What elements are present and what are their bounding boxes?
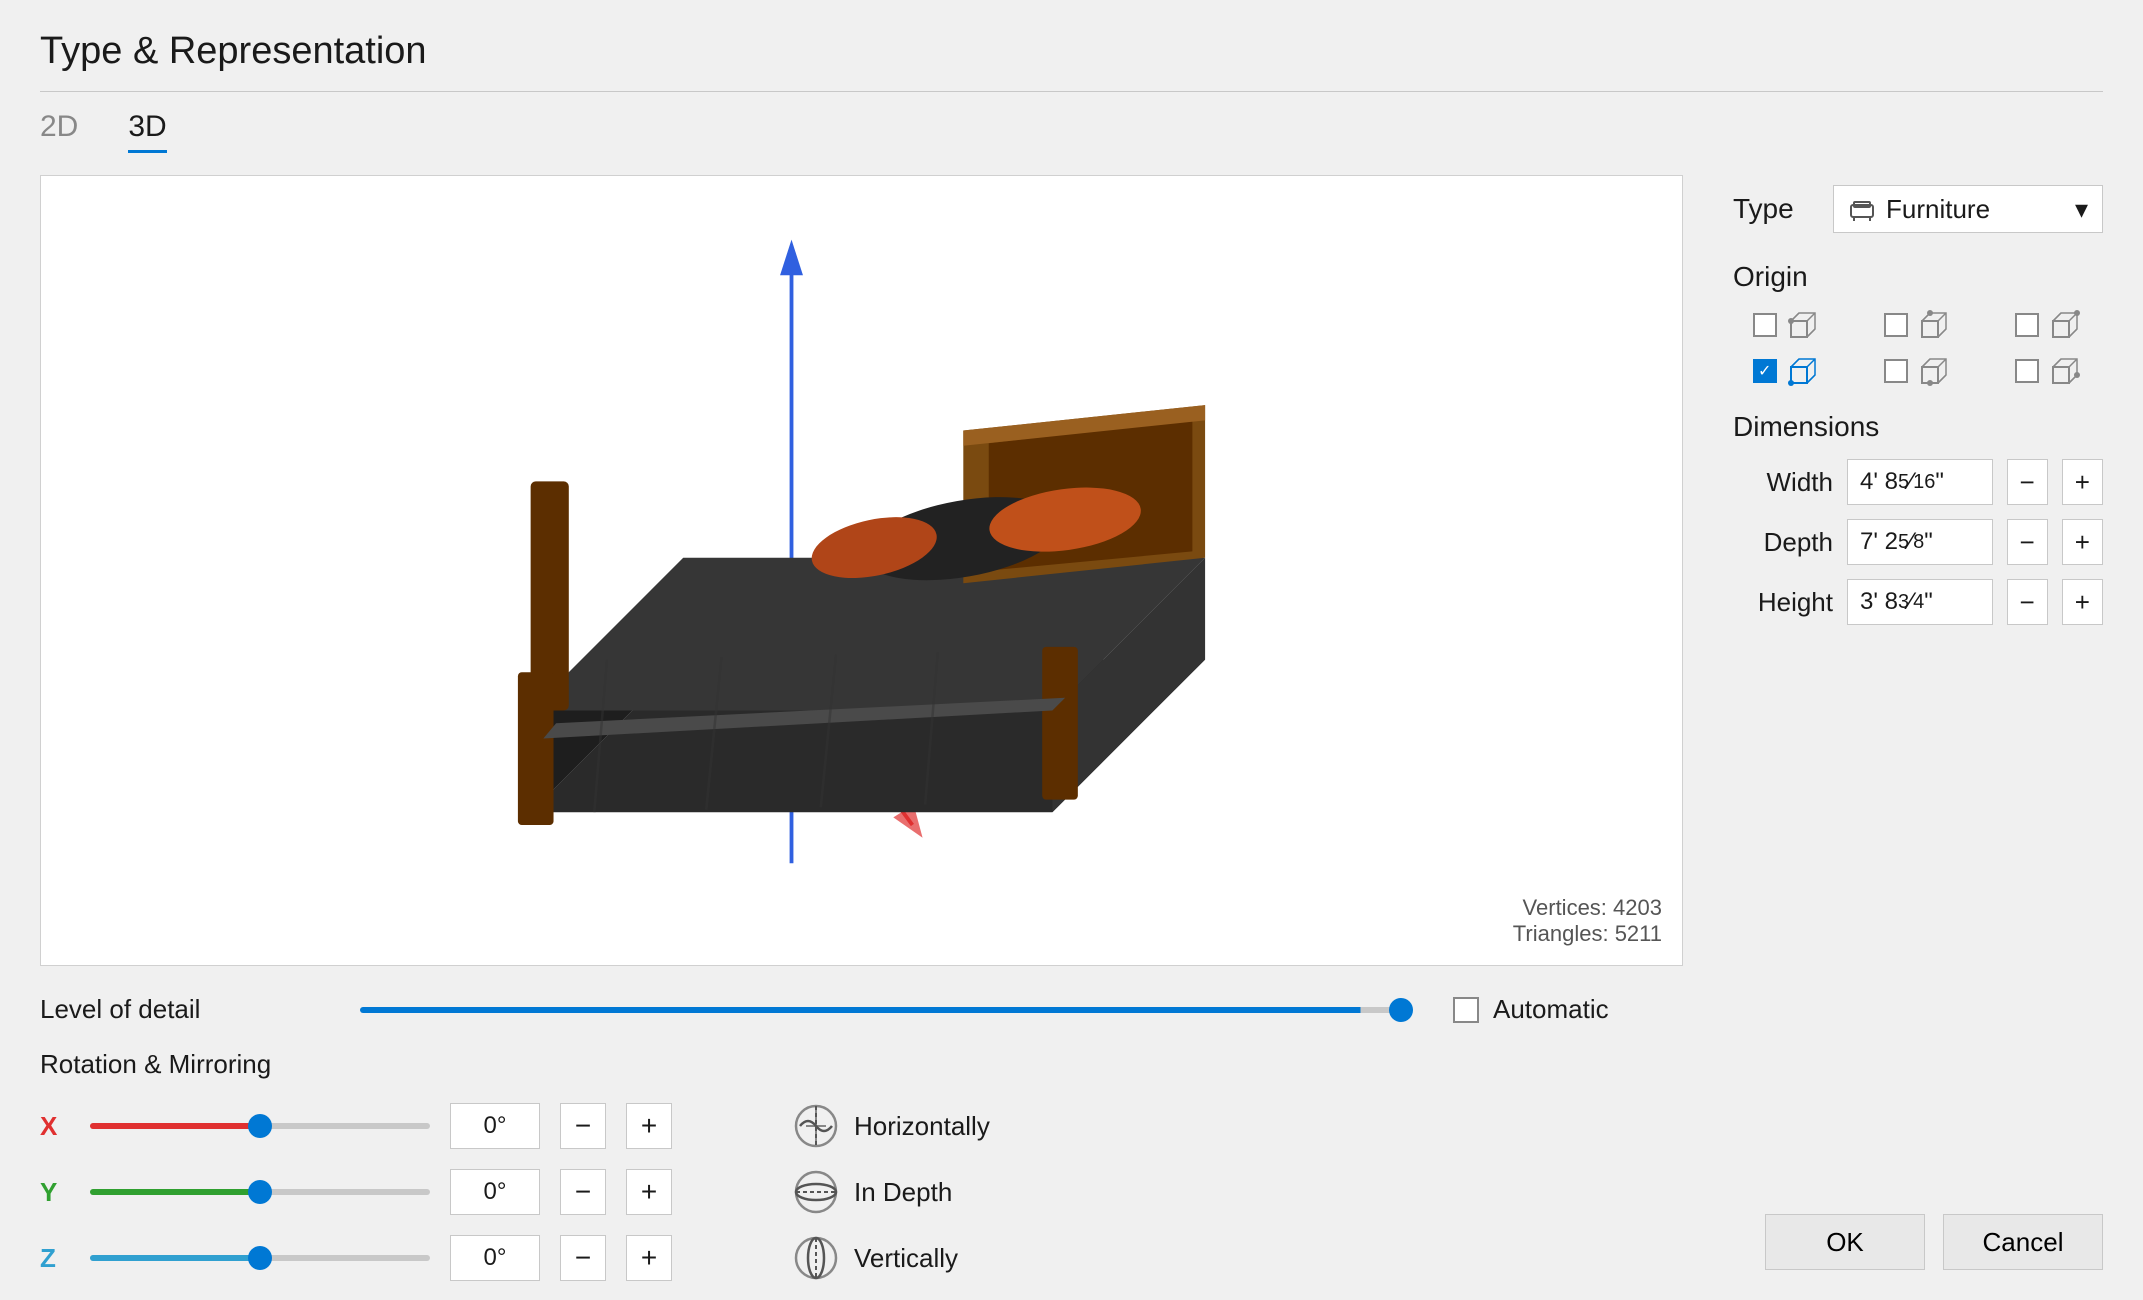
- origin-check-1-2[interactable]: [2015, 359, 2039, 383]
- vertices-label: Vertices:: [1523, 895, 1607, 920]
- origin-check-0-2[interactable]: [2015, 313, 2039, 337]
- vertices-value: 4203: [1613, 895, 1662, 920]
- axis-label-x: X: [40, 1111, 70, 1142]
- mirror-horizontally-label: Horizontally: [854, 1111, 990, 1142]
- mirror-in-depth-btn[interactable]: In Depth: [792, 1168, 1042, 1216]
- origin-cell-1-1[interactable]: [1884, 353, 1952, 389]
- type-dropdown[interactable]: Furniture ▾: [1833, 185, 2103, 233]
- origin-cube-icon: [1916, 353, 1952, 389]
- y-decrement-btn[interactable]: −: [560, 1169, 606, 1215]
- width-increment[interactable]: +: [2062, 459, 2103, 505]
- origin-cube-icon: [2047, 307, 2083, 343]
- axis-label-y: Y: [40, 1177, 70, 1208]
- lod-slider[interactable]: [360, 1007, 1413, 1013]
- depth-row: Depth 7' 2 5⁄8" − +: [1733, 519, 2103, 565]
- y-rotation-value[interactable]: 0°: [450, 1169, 540, 1215]
- triangles-label: Triangles:: [1513, 921, 1609, 946]
- automatic-checkbox[interactable]: [1453, 997, 1479, 1023]
- type-label: Type: [1733, 193, 1813, 225]
- bed-scene-svg: [41, 176, 1682, 965]
- dropdown-chevron: ▾: [2075, 194, 2088, 225]
- tab-3d[interactable]: 3D: [128, 110, 166, 153]
- mirror-horizontally-icon: [792, 1102, 840, 1150]
- x-rotation-slider[interactable]: [90, 1123, 430, 1129]
- origin-cell-1-2[interactable]: [2015, 353, 2083, 389]
- z-rotation-value[interactable]: 0°: [450, 1235, 540, 1281]
- origin-cell-0-2[interactable]: [2015, 307, 2083, 343]
- width-row: Width 4' 8 5⁄16" − +: [1733, 459, 2103, 505]
- height-value[interactable]: 3' 8 3⁄4": [1847, 579, 1993, 625]
- height-label: Height: [1733, 587, 1833, 618]
- dimensions-section: Dimensions Width 4' 8 5⁄16" − + Depth 7'…: [1733, 411, 2103, 639]
- origin-cube-icon: [1785, 353, 1821, 389]
- tab-bar: 2D 3D: [40, 110, 2103, 153]
- origin-cube-icon: [1785, 307, 1821, 343]
- triangles-value: 5211: [1615, 921, 1662, 946]
- tab-2d[interactable]: 2D: [40, 110, 78, 153]
- viewport-stats: Vertices: 4203 Triangles: 5211: [1513, 895, 1662, 947]
- origin-check-1-0[interactable]: ✓: [1753, 359, 1777, 383]
- depth-increment[interactable]: +: [2062, 519, 2103, 565]
- y-increment-btn[interactable]: +: [626, 1169, 672, 1215]
- bottom-buttons: OK Cancel: [1733, 1184, 2103, 1300]
- width-value[interactable]: 4' 8 5⁄16": [1847, 459, 1993, 505]
- width-decrement[interactable]: −: [2007, 459, 2048, 505]
- mirror-vertically-label: Vertically: [854, 1243, 958, 1274]
- origin-cell-0-0[interactable]: [1753, 307, 1821, 343]
- mirror-vertically-icon: [792, 1234, 840, 1282]
- origin-cell-0-1[interactable]: [1884, 307, 1952, 343]
- origin-cube-icon: [2047, 353, 2083, 389]
- depth-decrement[interactable]: −: [2007, 519, 2048, 565]
- origin-check-0-1[interactable]: [1884, 313, 1908, 337]
- origin-check-1-1[interactable]: [1884, 359, 1908, 383]
- mirror-horizontally-btn[interactable]: Horizontally: [792, 1102, 1042, 1150]
- x-decrement-btn[interactable]: −: [560, 1103, 606, 1149]
- z-decrement-btn[interactable]: −: [560, 1235, 606, 1281]
- axis-label-z: Z: [40, 1243, 70, 1274]
- rotation-row-y: Y 0° − + In Depth: [40, 1168, 1683, 1216]
- furniture-icon: [1848, 195, 1876, 223]
- mirror-vertically-btn[interactable]: Vertically: [792, 1234, 1042, 1282]
- depth-label: Depth: [1733, 527, 1833, 558]
- right-panel: Type Furniture ▾ Origi: [1683, 175, 2103, 1300]
- x-increment-btn[interactable]: +: [626, 1103, 672, 1149]
- title-divider: [40, 91, 2103, 92]
- origin-cube-icon: [1916, 307, 1952, 343]
- mirror-in-depth-icon: [792, 1168, 840, 1216]
- origin-label: Origin: [1733, 261, 2103, 293]
- height-row: Height 3' 8 3⁄4" − +: [1733, 579, 2103, 625]
- type-value: Furniture: [1886, 194, 1990, 225]
- dimensions-label: Dimensions: [1733, 411, 2103, 443]
- depth-value[interactable]: 7' 2 5⁄8": [1847, 519, 1993, 565]
- height-decrement[interactable]: −: [2007, 579, 2048, 625]
- mirror-in-depth-label: In Depth: [854, 1177, 952, 1208]
- rotation-section-label: Rotation & Mirroring: [40, 1049, 1683, 1080]
- z-rotation-slider[interactable]: [90, 1255, 430, 1261]
- height-increment[interactable]: +: [2062, 579, 2103, 625]
- origin-check-0-0[interactable]: [1753, 313, 1777, 337]
- lod-label: Level of detail: [40, 994, 320, 1025]
- origin-section: Origin: [1733, 261, 2103, 389]
- x-rotation-value[interactable]: 0°: [450, 1103, 540, 1149]
- width-label: Width: [1733, 467, 1833, 498]
- ok-button[interactable]: OK: [1765, 1214, 1925, 1270]
- z-increment-btn[interactable]: +: [626, 1235, 672, 1281]
- rotation-row-x: X 0° − +: [40, 1102, 1683, 1150]
- y-rotation-slider[interactable]: [90, 1189, 430, 1195]
- cancel-button[interactable]: Cancel: [1943, 1214, 2103, 1270]
- rotation-row-z: Z 0° − + Vertical: [40, 1234, 1683, 1282]
- automatic-label: Automatic: [1493, 994, 1609, 1025]
- 3d-viewport[interactable]: Vertices: 4203 Triangles: 5211: [40, 175, 1683, 966]
- origin-cell-1-0[interactable]: ✓: [1753, 353, 1821, 389]
- page-title: Type & Representation: [40, 30, 2103, 73]
